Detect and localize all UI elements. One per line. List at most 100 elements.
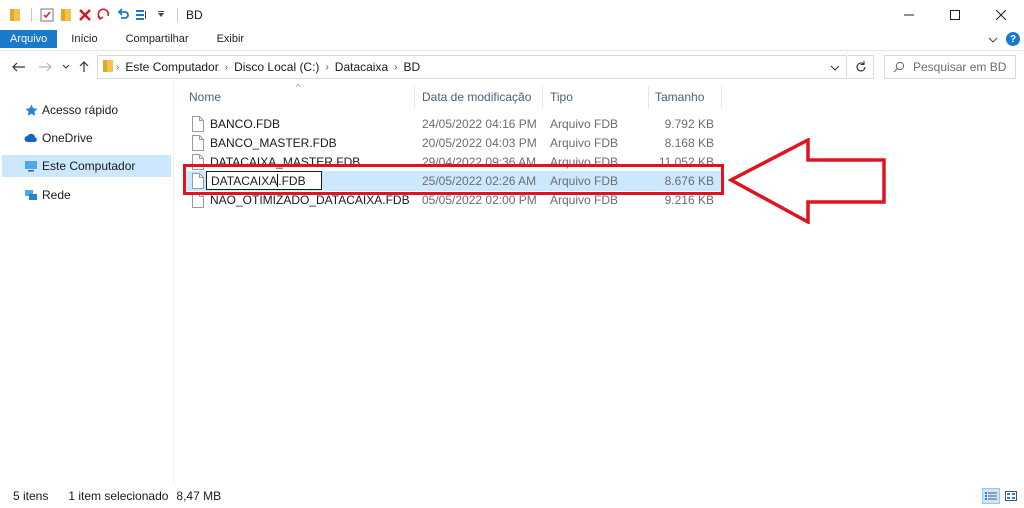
address-row: › Este Computador › Disco Local (C:) › D… [0, 50, 1024, 82]
ribbon-tabs: Arquivo Início Compartilhar Exibir ? [0, 30, 1024, 48]
tab-compartilhar[interactable]: Compartilhar [112, 30, 203, 48]
close-icon [996, 10, 1006, 20]
recent-locations-button[interactable] [60, 57, 72, 77]
rename-icon[interactable] [95, 7, 112, 24]
new-folder-icon[interactable] [57, 7, 74, 24]
chevron-down-icon [62, 64, 70, 69]
status-item-count: 5 itens [13, 489, 49, 503]
undo-icon[interactable] [114, 7, 131, 24]
breadcrumb-este-computador[interactable]: Este Computador [125, 60, 218, 74]
folder-icon[interactable] [6, 7, 23, 24]
ribbon-right-controls: ? [988, 30, 1020, 48]
column-divider[interactable] [542, 86, 543, 108]
file-name: BANCO.FDB [210, 117, 281, 131]
column-header-nome[interactable]: Nome [189, 90, 221, 110]
nav-item-label: Rede [42, 188, 71, 202]
nav-item-label: Este Computador [42, 159, 136, 173]
breadcrumb-chevron-icon[interactable]: › [225, 62, 228, 73]
file-icon [192, 135, 204, 151]
column-header-tamanho[interactable]: Tamanho [655, 90, 704, 110]
refresh-icon [855, 61, 866, 72]
file-date: 05/05/2022 02:00 PM [422, 193, 537, 207]
search-placeholder: Pesquisar em BD [913, 60, 1007, 74]
nav-item-label: OneDrive [42, 131, 93, 145]
view-switcher [982, 488, 1020, 504]
file-date: 24/05/2022 04:16 PM [422, 117, 537, 131]
file-type: Arquivo FDB [550, 117, 619, 131]
maximize-button[interactable] [932, 0, 978, 30]
customize-toolbar-chevron-icon[interactable] [152, 7, 169, 24]
breadcrumb-chevron-icon[interactable]: › [325, 62, 328, 73]
back-button[interactable] [10, 57, 28, 77]
up-arrow-icon [79, 61, 89, 72]
nav-item-label: Acesso rápido [42, 103, 119, 117]
nav-item-onedrive[interactable]: OneDrive [2, 127, 172, 149]
address-dropdown-chevron-icon[interactable] [830, 60, 840, 74]
expand-ribbon-chevron-icon[interactable] [988, 32, 998, 46]
tab-arquivo[interactable]: Arquivo [0, 30, 58, 48]
search-input[interactable]: Pesquisar em BD [884, 55, 1016, 79]
address-bar[interactable]: › Este Computador › Disco Local (C:) › D… [97, 55, 847, 79]
details-view-button[interactable] [982, 488, 1000, 504]
sort-ascending-icon: ^ [296, 82, 301, 92]
toolbar-divider [31, 8, 32, 22]
column-divider[interactable] [414, 86, 415, 108]
help-icon[interactable]: ? [1006, 32, 1020, 46]
window-controls [886, 0, 1024, 30]
up-button[interactable] [76, 57, 92, 77]
refresh-button[interactable] [848, 55, 874, 79]
column-header-tipo[interactable]: Tipo [550, 90, 573, 110]
nav-item-este-computador[interactable]: Este Computador [2, 155, 171, 177]
large-icons-view-button[interactable] [1002, 488, 1020, 504]
status-selected: 1 item selecionado [68, 489, 169, 503]
annotation-arrow-icon [728, 138, 886, 224]
toolbar-divider [177, 8, 178, 22]
tab-inicio[interactable]: Início [57, 30, 111, 48]
details-view-icon [985, 492, 997, 500]
large-icons-view-icon [1005, 491, 1017, 501]
file-list: ^ Nome Data de modificação Tipo Tamanho … [178, 82, 1024, 484]
breadcrumb-chevron-icon[interactable]: › [394, 62, 397, 73]
file-size: 8.168 KB [664, 136, 714, 150]
select-icon[interactable] [133, 7, 150, 24]
forward-arrow-icon [39, 62, 52, 72]
status-bar: 5 itens 1 item selecionado 8,47 MB [0, 484, 1024, 508]
quick-access-toolbar: BD [0, 0, 203, 30]
tab-exibir[interactable]: Exibir [203, 30, 259, 48]
minimize-icon [904, 14, 914, 16]
computer-icon [24, 159, 38, 173]
column-divider[interactable] [721, 86, 722, 108]
folder-icon [102, 59, 114, 76]
breadcrumb-disco-local[interactable]: Disco Local (C:) [234, 60, 319, 74]
file-size: 9.216 KB [664, 193, 714, 207]
close-button[interactable] [978, 0, 1024, 30]
file-date: 20/05/2022 04:03 PM [422, 136, 537, 150]
file-row[interactable]: BANCO_MASTER.FDB 20/05/2022 04:03 PM Arq… [184, 133, 724, 153]
back-arrow-icon [12, 62, 25, 72]
column-divider[interactable] [648, 86, 649, 108]
file-size: 9.792 KB [664, 117, 714, 131]
file-name: BANCO_MASTER.FDB [210, 136, 337, 150]
cloud-icon [24, 131, 38, 145]
window-title: BD [186, 8, 203, 22]
breadcrumb-chevron-icon[interactable]: › [116, 62, 119, 73]
file-row[interactable]: BANCO.FDB 24/05/2022 04:16 PM Arquivo FD… [184, 114, 724, 134]
forward-button[interactable] [36, 57, 54, 77]
search-icon [893, 61, 905, 73]
star-icon [24, 103, 38, 117]
breadcrumb-datacaixa[interactable]: Datacaixa [335, 60, 388, 74]
navigation-pane: Acesso rápido OneDrive Este Computador R… [0, 82, 174, 484]
properties-icon[interactable] [38, 7, 55, 24]
file-type: Arquivo FDB [550, 136, 619, 150]
nav-item-acesso-rapido[interactable]: Acesso rápido [2, 99, 172, 121]
breadcrumb-bd[interactable]: BD [404, 60, 421, 74]
nav-item-rede[interactable]: Rede [2, 184, 172, 206]
file-name: NAO_OTIMIZADO_DATACAIXA.FDB [210, 193, 410, 207]
maximize-icon [950, 10, 960, 20]
file-icon [192, 116, 204, 132]
column-header-data[interactable]: Data de modificação [422, 90, 531, 110]
minimize-button[interactable] [886, 0, 932, 30]
title-bar: BD [0, 0, 1024, 30]
status-size: 8,47 MB [176, 489, 222, 503]
delete-icon[interactable] [76, 7, 93, 24]
